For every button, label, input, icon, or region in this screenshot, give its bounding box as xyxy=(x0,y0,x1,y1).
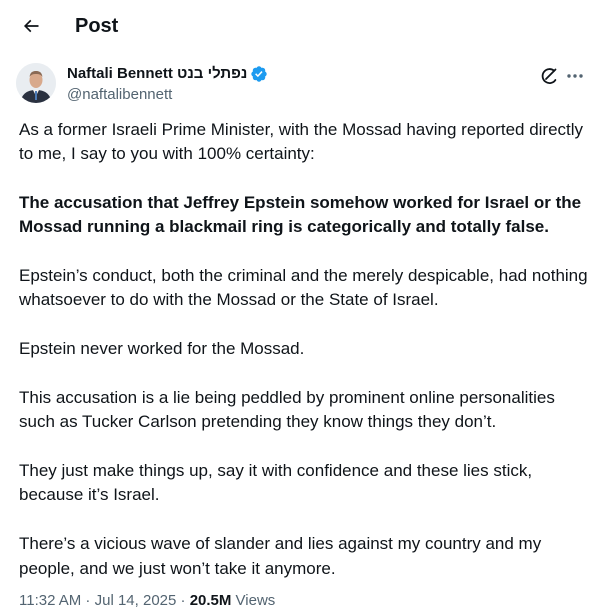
tweet-paragraph: They just make things up, say it with co… xyxy=(19,461,533,505)
author-display-name[interactable]: Naftali Bennett נפתלי בנט xyxy=(67,64,247,84)
meta-separator: · xyxy=(81,592,95,609)
tweet-date[interactable]: Jul 14, 2025 xyxy=(95,592,177,609)
verified-badge-icon[interactable] xyxy=(250,65,268,83)
tweet-paragraph: Epstein’s conduct, both the criminal and… xyxy=(19,266,588,310)
more-horizontal-icon xyxy=(567,74,583,78)
tweet-text: As a former Israeli Prime Minister, with… xyxy=(19,118,591,605)
user-avatar-icon xyxy=(16,63,56,103)
views-label: Views xyxy=(231,592,276,609)
tweet-paragraph: This accusation is a lie being peddled b… xyxy=(19,388,555,432)
page-title: Post xyxy=(75,15,119,37)
tweet-time[interactable]: 11:32 AM xyxy=(19,592,81,609)
grok-icon xyxy=(541,68,557,84)
author-name-row: Naftali Bennett נפתלי בנט xyxy=(67,64,268,84)
tweet-paragraph: As a former Israeli Prime Minister, with… xyxy=(19,120,584,164)
views-count: 20.5M xyxy=(189,592,232,609)
top-bar: Post xyxy=(0,0,601,53)
tweet-meta: 11:32 AM · Jul 14, 2025 · 20.5M Views xyxy=(19,591,275,611)
grok-button[interactable] xyxy=(538,65,560,87)
arrow-left-icon xyxy=(23,19,39,33)
tweet-paragraph: There’s a vicious wave of slander and li… xyxy=(19,534,542,578)
author-info[interactable]: Naftali Bennett נפתלי בנט @naftalibennet… xyxy=(67,64,268,105)
more-options-button[interactable] xyxy=(563,65,587,87)
back-button[interactable] xyxy=(14,9,48,43)
author-handle[interactable]: @naftalibennett xyxy=(67,85,268,105)
tweet-paragraph: Epstein never worked for the Mossad. xyxy=(19,339,305,359)
meta-separator: · xyxy=(176,592,190,609)
tweet-paragraph-bold: The accusation that Jeffrey Epstein some… xyxy=(19,193,582,237)
avatar[interactable] xyxy=(16,63,56,103)
